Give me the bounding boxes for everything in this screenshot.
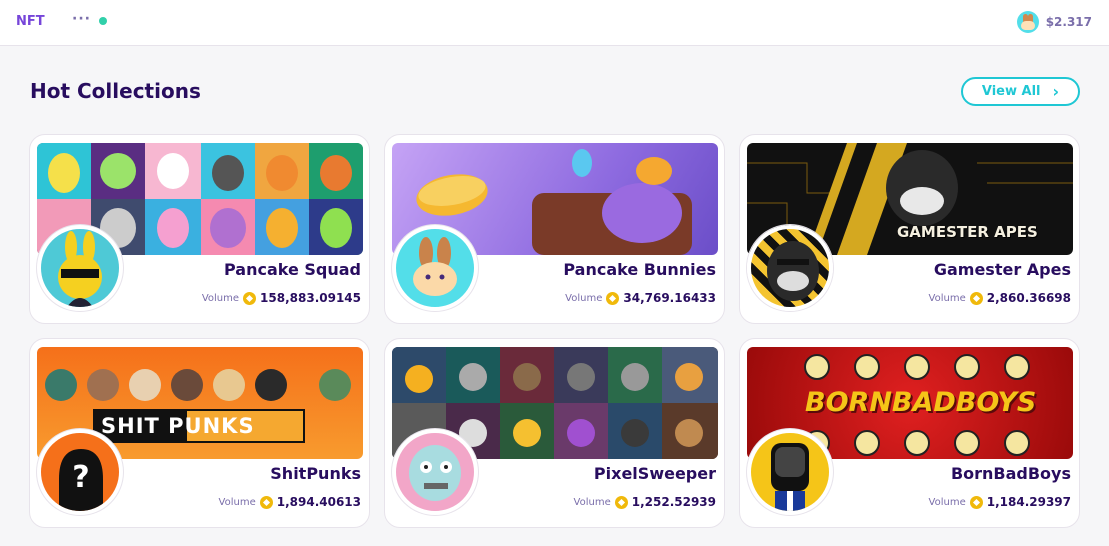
collection-name: Pancake Bunnies bbox=[563, 260, 716, 279]
top-navigation-bar: NFT ··· $2.317 bbox=[0, 0, 1109, 46]
hot-collections-grid: Pancake Squad Volume 158,883.09145 Panca… bbox=[29, 134, 1080, 528]
volume-value: 1,894.40613 bbox=[276, 495, 361, 509]
cake-price-value: $2.317 bbox=[1045, 15, 1092, 29]
bnb-coin-icon bbox=[614, 495, 628, 509]
volume-value: 158,883.09145 bbox=[260, 291, 361, 305]
view-all-button[interactable]: View All › bbox=[961, 77, 1080, 106]
notification-dot-icon bbox=[99, 17, 107, 25]
collection-volume: Volume 34,769.16433 bbox=[565, 291, 716, 305]
volume-label: Volume bbox=[928, 292, 966, 304]
collection-volume: Volume 1,894.40613 bbox=[219, 495, 361, 509]
collection-card-shitpunks[interactable]: SHIT PUNKS ? ShitPunks Volume 1,894.4061… bbox=[29, 338, 370, 528]
collection-volume: Volume 158,883.09145 bbox=[202, 291, 361, 305]
collection-volume: Volume 1,252.52939 bbox=[574, 495, 716, 509]
cake-price-display[interactable]: $2.317 bbox=[1016, 11, 1092, 33]
nav-more-menu-icon[interactable]: ··· bbox=[72, 11, 91, 27]
collection-name: Gamester Apes bbox=[933, 260, 1071, 279]
collection-avatar bbox=[392, 429, 478, 515]
bnb-coin-icon bbox=[969, 291, 983, 305]
svg-text:?: ? bbox=[72, 460, 89, 495]
collection-volume: Volume 2,860.36698 bbox=[929, 291, 1071, 305]
volume-label: Volume bbox=[573, 496, 611, 508]
collection-card-bornbadboys[interactable]: BORNBADBOYS BornBadBoys Volume 1,184.293… bbox=[739, 338, 1080, 528]
collection-name: Pancake Squad bbox=[223, 260, 361, 279]
volume-label: Volume bbox=[201, 292, 240, 304]
collection-card-pancake-squad[interactable]: Pancake Squad Volume 158,883.09145 bbox=[29, 134, 370, 324]
pancake-bunny-icon bbox=[1016, 11, 1039, 33]
collection-card-gamester-apes[interactable]: GAMESTER APES Gamester Apes Volume 2,860… bbox=[739, 134, 1080, 324]
banner-title: BORNBADBOYS bbox=[805, 387, 1037, 418]
bnb-coin-icon bbox=[259, 495, 273, 509]
section-title: Hot Collections bbox=[30, 79, 201, 103]
bnb-coin-icon bbox=[243, 291, 257, 305]
collection-avatar bbox=[392, 225, 478, 311]
volume-label: Volume bbox=[565, 292, 603, 304]
volume-value: 2,860.36698 bbox=[986, 291, 1071, 305]
volume-value: 1,184.29397 bbox=[986, 495, 1071, 509]
collection-volume: Volume 1,184.29397 bbox=[929, 495, 1071, 509]
nav-nft-link[interactable]: NFT bbox=[16, 14, 45, 29]
bnb-coin-icon bbox=[969, 495, 983, 509]
volume-value: 1,252.52939 bbox=[631, 495, 716, 509]
bnb-coin-icon bbox=[606, 291, 620, 305]
collection-avatar bbox=[747, 225, 833, 311]
collection-avatar bbox=[37, 225, 123, 311]
volume-label: Volume bbox=[928, 496, 966, 508]
volume-label: Volume bbox=[218, 496, 256, 508]
collection-card-pancake-bunnies[interactable]: Pancake Bunnies Volume 34,769.16433 bbox=[384, 134, 725, 324]
collection-name: ShitPunks bbox=[270, 464, 361, 483]
collection-avatar bbox=[747, 429, 833, 515]
banner-title: GAMESTER APES bbox=[897, 223, 1038, 241]
volume-value: 34,769.16433 bbox=[623, 291, 716, 305]
collection-name: PixelSweeper bbox=[593, 464, 716, 483]
banner-title: SHIT PUNKS bbox=[101, 414, 255, 438]
collection-avatar: ? bbox=[37, 429, 123, 515]
collection-card-pixelsweeper[interactable]: PixelSweeper Volume 1,252.52939 bbox=[384, 338, 725, 528]
chevron-right-icon: › bbox=[1052, 82, 1060, 101]
view-all-label: View All bbox=[981, 84, 1041, 99]
collection-name: BornBadBoys bbox=[950, 464, 1071, 483]
